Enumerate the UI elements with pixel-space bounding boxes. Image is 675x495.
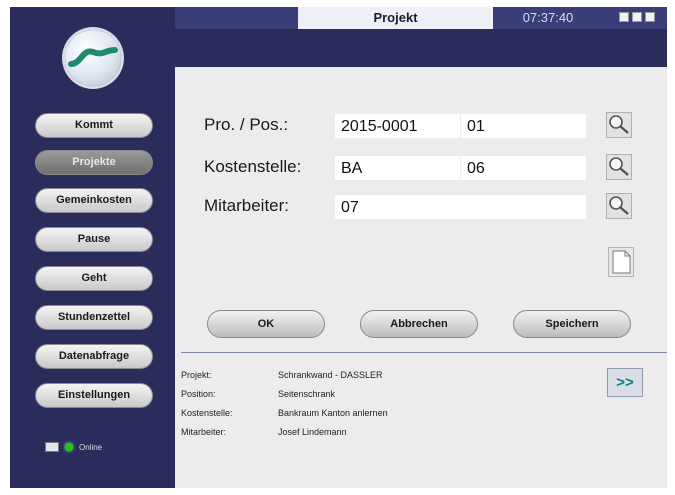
kostenstelle-input[interactable]: BA [335,156,460,180]
kostenstelle-label: Kostenstelle: [204,157,302,176]
info-projekt-label: Projekt: [181,370,212,380]
kostenstelle-sub-input[interactable]: 06 [461,156,586,180]
sidebar-item-gemeinkosten[interactable]: Gemeinkosten [35,188,153,213]
title-bar: Projekt 07:37:40 [175,7,667,29]
window-controls [619,12,655,22]
mitarbeiter-search-button[interactable] [606,193,632,219]
status-text: Online [79,442,103,452]
project-search-button[interactable] [606,112,632,138]
magnifier-icon [609,157,629,176]
minimize-icon[interactable] [619,12,629,22]
online-indicator-icon [65,443,73,451]
magnifier-icon [609,115,629,134]
sidebar: Kommt Projekte Gemeinkosten Pause Geht S… [10,7,175,488]
connection-status: Online [45,442,102,452]
cancel-button[interactable]: Abbrechen [360,310,478,338]
clock: 07:37:40 [522,10,574,25]
document-icon [612,250,631,274]
info-kostenstelle-value: Bankraum Kanton anlernen [278,408,388,418]
save-button[interactable]: Speichern [513,310,631,338]
note-button[interactable] [608,247,634,277]
header-band [175,29,667,67]
info-position-label: Position: [181,389,216,399]
project-input[interactable]: 2015-0001 [335,114,460,138]
sidebar-item-stundenzettel[interactable]: Stundenzettel [35,305,153,330]
window-title: Projekt [298,7,493,29]
info-mitarbeiter-label: Mitarbeiter: [181,427,227,437]
sidebar-item-datenabfrage[interactable]: Datenabfrage [35,344,153,369]
info-projekt-value: Schrankwand - DASSLER [278,370,383,380]
info-kostenstelle-label: Kostenstelle: [181,408,233,418]
info-position-value: Seitenschrank [278,389,336,399]
info-mitarbeiter-value: Josef Lindemann [278,427,347,437]
mitarbeiter-label: Mitarbeiter: [204,196,290,215]
sidebar-item-geht[interactable]: Geht [35,266,153,291]
mitarbeiter-input[interactable]: 07 [335,195,586,219]
close-icon[interactable] [645,12,655,22]
sidebar-item-einstellungen[interactable]: Einstellungen [35,383,153,408]
logo-icon [65,30,121,86]
sidebar-item-pause[interactable]: Pause [35,227,153,252]
main-panel: Pro. / Pos.: 2015-0001 01 Kostenstelle: … [175,67,667,488]
divider [181,352,667,353]
magnifier-icon [609,196,629,215]
sidebar-item-kommt[interactable]: Kommt [35,113,153,138]
computer-icon [45,442,59,452]
maximize-icon[interactable] [632,12,642,22]
ok-button[interactable]: OK [207,310,325,338]
app-window: Projekt 07:37:40 Kommt Projekte Gemeinko… [10,7,667,488]
kostenstelle-search-button[interactable] [606,154,632,180]
position-input[interactable]: 01 [461,114,586,138]
forward-button[interactable]: >> [607,368,643,397]
sidebar-item-projekte[interactable]: Projekte [35,150,153,175]
project-pos-label: Pro. / Pos.: [204,115,289,134]
